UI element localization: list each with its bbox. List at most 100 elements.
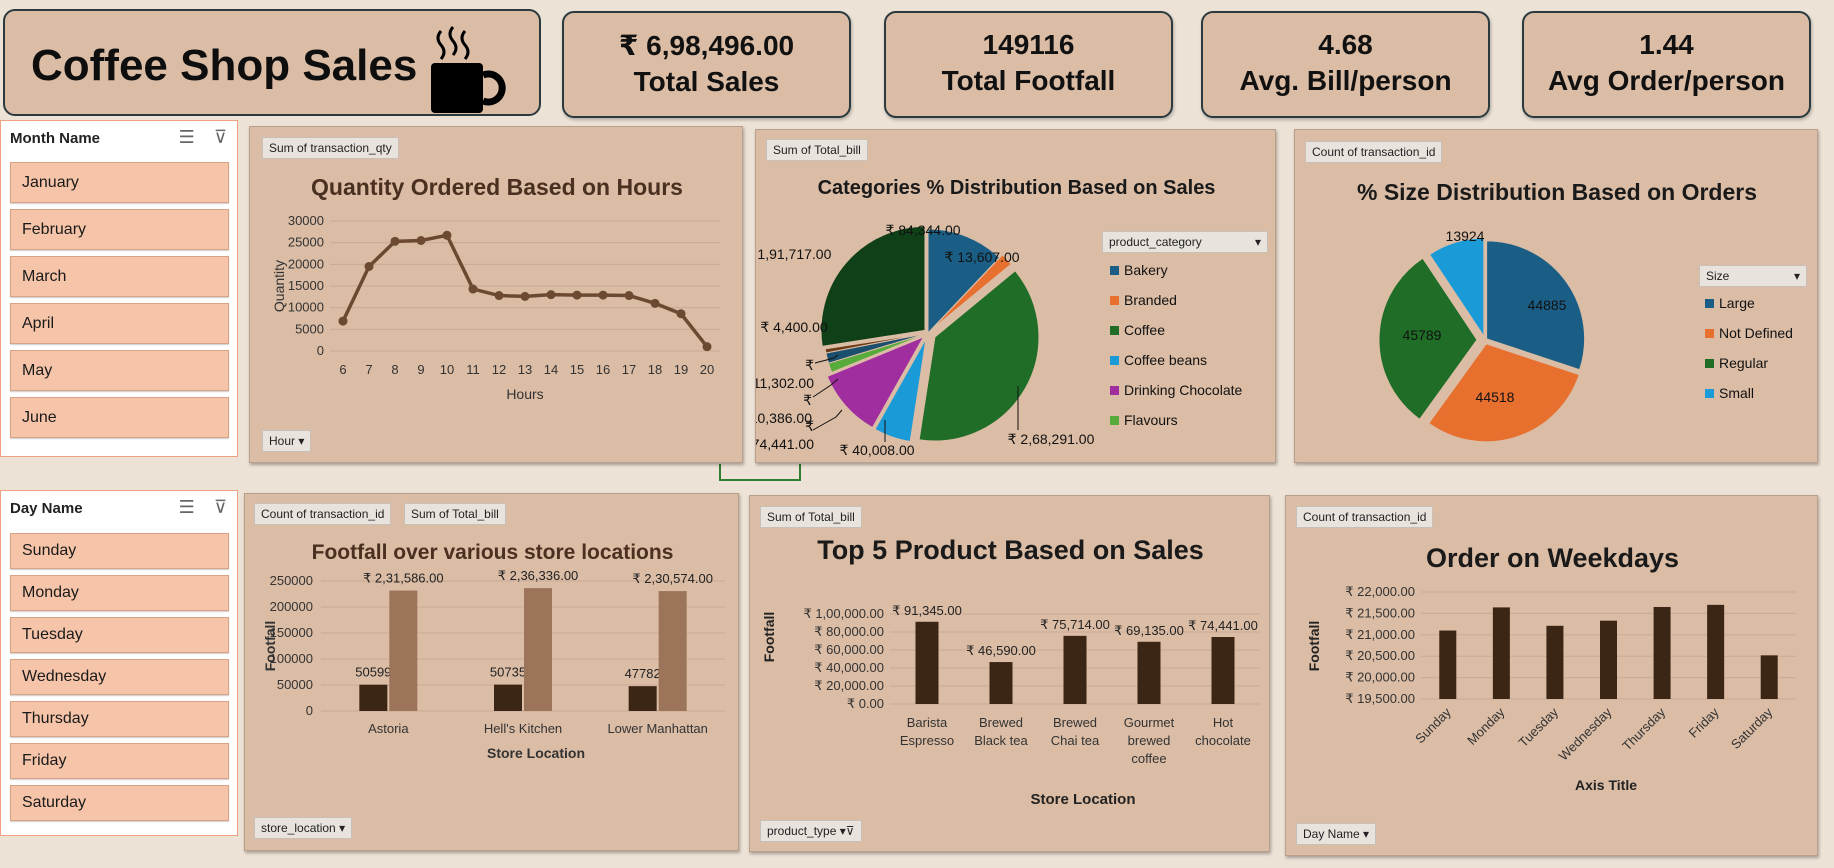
chart-title: Top 5 Product Based on Sales xyxy=(817,535,1204,565)
axis-button[interactable]: Day Name ▾ xyxy=(1296,823,1377,845)
data-label: ₹ 46,590.00 xyxy=(966,643,1036,658)
data-point xyxy=(520,291,530,301)
bar xyxy=(1211,637,1235,704)
slice-label: 13924 xyxy=(1446,228,1485,244)
slicer-item-february[interactable]: February xyxy=(10,209,229,250)
data-label: 50735 xyxy=(490,665,526,680)
data-label: ₹ 75,714.00 xyxy=(1040,617,1110,632)
hours-line-chart-panel: Sum of transaction_qty Quantity Ordered … xyxy=(249,126,743,463)
kpi-label: Total Footfall xyxy=(941,65,1116,96)
weekday-bar-chart: ₹ 22,000.00 ₹ 21,500.00 ₹ 21,000.00 ₹ 20,50… xyxy=(1306,584,1796,793)
kpi-avg-order: 1.44 Avg Order/person xyxy=(1522,11,1811,118)
slicer-header: Day Name xyxy=(10,500,83,517)
axis-button[interactable]: store_location ▾ xyxy=(254,817,353,839)
slicer-item-april[interactable]: April xyxy=(10,303,229,344)
legend-label: Coffee beans xyxy=(1124,352,1207,368)
dropdown-arrow-icon: ▾ xyxy=(339,821,346,835)
y-tick-label: ₹ 60,000.00 xyxy=(814,642,884,657)
slicer-item-january[interactable]: January xyxy=(10,162,229,203)
bar xyxy=(389,590,418,711)
y-tick-label: ₹ 0.00 xyxy=(847,696,884,711)
x-tick-label: Chai tea xyxy=(1051,733,1100,748)
slicer-item-saturday[interactable]: Saturday xyxy=(10,785,229,821)
coffee-mug-icon xyxy=(431,26,506,113)
y-tick-label: 20000 xyxy=(288,256,324,271)
bar xyxy=(658,591,687,711)
chart-title: Quantity Ordered Based on Hours xyxy=(311,174,683,200)
slicer-item-tuesday[interactable]: Tuesday xyxy=(10,617,229,653)
slice-label: ₹ 4,400.00 xyxy=(760,319,828,335)
y-tick-label: 200000 xyxy=(270,599,313,614)
legend-swatch xyxy=(1705,299,1714,308)
axis-button-label: store_location xyxy=(261,821,336,835)
field-button[interactable]: Count of transaction_id xyxy=(254,503,392,525)
data-point xyxy=(598,290,608,300)
y-axis-label: Footfall xyxy=(761,612,777,663)
legend-label: Drinking Chocolate xyxy=(1124,382,1242,398)
bar xyxy=(494,684,522,711)
data-point xyxy=(442,230,452,240)
bar xyxy=(1063,635,1087,704)
axis-button-label: product_type xyxy=(767,824,837,838)
multi-select-icon[interactable]: ☰ xyxy=(179,127,195,147)
y-tick-label: 5000 xyxy=(295,321,324,336)
clear-filter-icon[interactable]: ⊽ xyxy=(214,497,227,517)
axis-button[interactable]: product_type ▾⊽ xyxy=(760,820,862,842)
clear-filter-icon[interactable]: ⊽ xyxy=(214,127,227,147)
axis-button-label: Hour xyxy=(269,434,296,448)
x-tick-label: 15 xyxy=(570,362,584,377)
slicer-item-sunday[interactable]: Sunday xyxy=(10,533,229,569)
slicer-item-thursday[interactable]: Thursday xyxy=(10,701,229,737)
bar xyxy=(524,588,552,711)
x-axis-label: Store Location xyxy=(487,745,585,761)
field-button[interactable]: Sum of Total_bill xyxy=(760,506,862,528)
multi-select-icon[interactable]: ☰ xyxy=(179,497,195,517)
slicer-item-wednesday[interactable]: Wednesday xyxy=(10,659,229,695)
slicer-controls: ☰ ⊽ xyxy=(179,497,227,518)
x-tick-label: Black tea xyxy=(974,733,1028,748)
legend-swatch xyxy=(1110,416,1119,425)
slicer-item-friday[interactable]: Friday xyxy=(10,743,229,779)
slicer-item-monday[interactable]: Monday xyxy=(10,575,229,611)
field-button[interactable]: Sum of Total_bill xyxy=(404,503,506,525)
x-axis-label: Store Location xyxy=(1030,791,1135,808)
data-label: ₹ 91,345.00 xyxy=(892,603,962,618)
slice-label: ₹ xyxy=(805,357,814,373)
slicer-item-march[interactable]: March xyxy=(10,256,229,297)
legend-swatch xyxy=(1110,386,1119,395)
x-tick-label: 18 xyxy=(648,362,662,377)
slicer-item-june[interactable]: June xyxy=(10,397,229,438)
chart-title: Footfall over various store locations xyxy=(311,541,674,564)
x-tick-label: Hot xyxy=(1213,715,1234,730)
filter-applied-icon: ▾⊽ xyxy=(839,824,855,838)
legend-field-button[interactable]: Size ▾ xyxy=(1699,265,1807,287)
slicer-item-may[interactable]: May xyxy=(10,350,229,391)
kpi-value: 149116 xyxy=(982,29,1075,60)
y-tick-label: 250000 xyxy=(270,573,313,588)
slicer-controls: ☰ ⊽ xyxy=(179,127,227,148)
bar xyxy=(1760,655,1778,699)
field-button[interactable]: Count of transaction_id xyxy=(1296,506,1434,528)
x-tick-label: Espresso xyxy=(900,733,954,748)
x-tick-label: Tuesday xyxy=(1516,704,1562,750)
axis-button[interactable]: Hour ▾ xyxy=(262,430,312,452)
field-button[interactable]: Sum of transaction_qty xyxy=(262,137,399,159)
slice-label: 44518 xyxy=(1476,389,1515,405)
data-point xyxy=(468,284,478,294)
dropdown-arrow-icon: ▾ xyxy=(1254,235,1261,249)
y-tick-label: ₹ 40,000.00 xyxy=(814,660,884,675)
y-tick-label: ₹ 19,500.00 xyxy=(1345,691,1415,706)
bar xyxy=(1137,641,1161,704)
legend-label: Regular xyxy=(1719,355,1768,371)
slice-label: 74,441.00 xyxy=(756,436,814,452)
bar xyxy=(1439,630,1457,699)
x-tick-label: chocolate xyxy=(1195,733,1251,748)
x-tick-label: Hell's Kitchen xyxy=(484,721,562,736)
slice-label: ₹ 13,607.00 xyxy=(944,249,1019,265)
y-axis-label: Quantity xyxy=(271,260,287,312)
x-tick-label: 11 xyxy=(466,362,480,377)
legend-field-button[interactable]: product_category ▾ xyxy=(1102,231,1268,253)
x-tick-label: Brewed xyxy=(1053,715,1097,730)
kpi-value: ₹ 6,98,496.00 xyxy=(618,30,795,61)
bar xyxy=(1546,625,1564,699)
